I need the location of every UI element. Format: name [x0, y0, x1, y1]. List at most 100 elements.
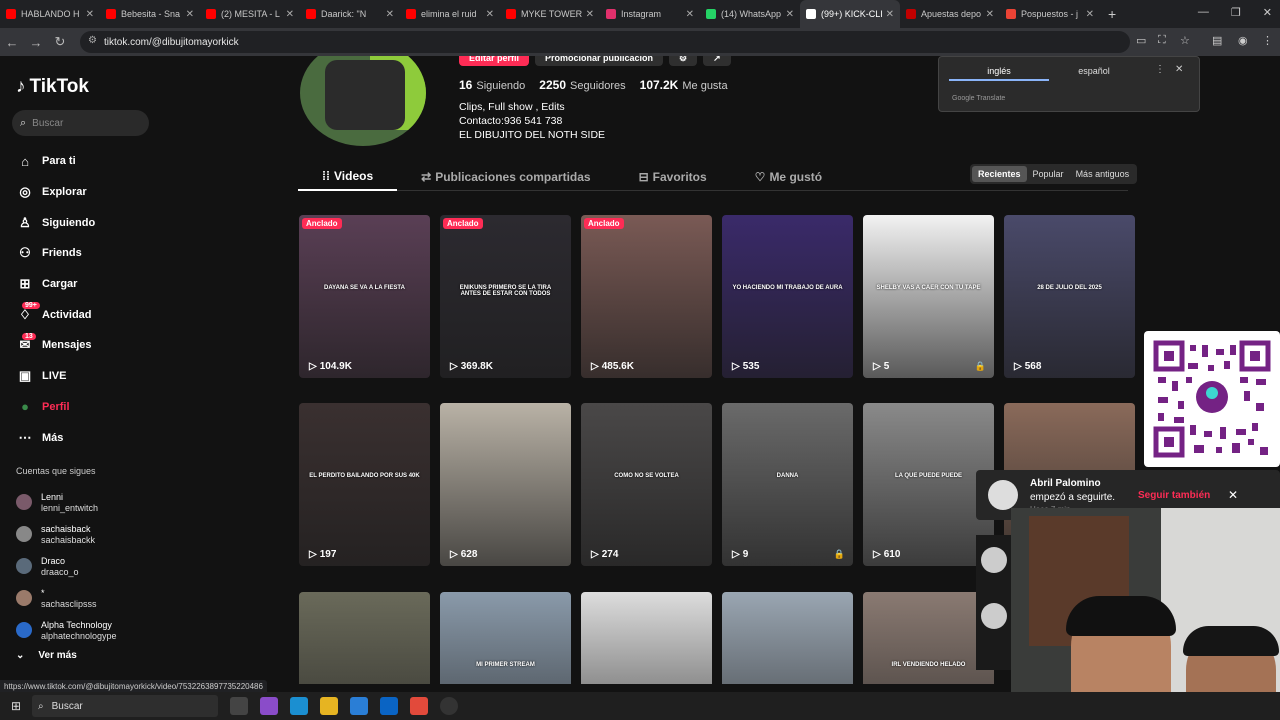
following-item[interactable]: * sachasclipsss [16, 582, 117, 614]
sidebar-item-friends[interactable]: ⚇ Friends [0, 238, 190, 269]
more-options-icon[interactable]: ⋮ [1155, 64, 1165, 75]
sidebar-item-m-s[interactable]: ⋯ Más [0, 422, 190, 453]
window-controls[interactable]: — ❐ ✕ [1198, 6, 1272, 19]
tab-videos[interactable]: ⁞⁞ Videos [298, 163, 398, 191]
promote-button[interactable]: Promocionar publicación [535, 56, 664, 66]
tab-favorites[interactable]: ⊟ Favoritos [615, 163, 731, 191]
browser-tab[interactable]: (2) MESITA - L ✕ [200, 0, 300, 28]
url-bar[interactable]: ⚙ tiktok.com/@dibujitomayorkick [80, 31, 1130, 53]
browser-tab[interactable]: Pospuestos - j ✕ [1000, 0, 1100, 28]
account-icon[interactable]: ◉ [1238, 34, 1248, 47]
tab-liked[interactable]: ♡ Me gustó [731, 163, 846, 191]
back-icon[interactable]: ← [0, 35, 24, 50]
video-card[interactable]: LA QUE PUEDE PUEDE ▷ 610 [863, 403, 994, 566]
tab-close-icon[interactable]: ✕ [686, 9, 694, 20]
sidebar-item-para-ti[interactable]: ⌂ Para ti [0, 146, 190, 177]
browser-tab[interactable]: Daarick: "N ✕ [300, 0, 400, 28]
following-item[interactable]: Draco draaco_o [16, 550, 117, 582]
sidebar-item-live[interactable]: ▣ LIVE [0, 361, 190, 392]
browser-tab[interactable]: HABLANDO H ✕ [0, 0, 100, 28]
tab-reposts[interactable]: ⇄ Publicaciones compartidas [397, 163, 614, 191]
video-card[interactable]: MI PRIMER STREAM [440, 592, 571, 684]
browser-tab[interactable]: (99+) KICK-CLI ✕ [800, 0, 900, 28]
bookmark-icon[interactable]: ☆ [1180, 34, 1190, 47]
translate-lang-english[interactable]: inglés [949, 66, 1049, 81]
sort-oldest[interactable]: Más antiguos [1070, 166, 1136, 182]
close-icon[interactable]: ✕ [1175, 64, 1183, 75]
following-item[interactable]: sachaisback sachaisbackk [16, 518, 117, 550]
extensions-icon[interactable]: ▤ [1212, 34, 1222, 47]
edit-profile-button[interactable]: Editar perfil [459, 56, 530, 66]
following-item[interactable]: Alpha Technology alphatechnologype [16, 614, 117, 646]
share-icon[interactable]: ↗ [703, 56, 731, 66]
tab-close-icon[interactable]: ✕ [86, 9, 94, 20]
sidebar-item-explorar[interactable]: ◎ Explorar [0, 177, 190, 208]
translate-lang-spanish[interactable]: español [1059, 66, 1129, 76]
tab-close-icon[interactable]: ✕ [286, 9, 294, 20]
sort-popular[interactable]: Popular [1027, 166, 1070, 182]
menu-icon[interactable]: ⋮ [1262, 34, 1273, 47]
sidebar-item-perfil[interactable]: ● Perfil [0, 392, 190, 423]
tab-close-icon[interactable]: ✕ [886, 9, 894, 20]
browser-tab[interactable]: elimina el ruid ✕ [400, 0, 500, 28]
followers-stat[interactable]: 2250 Seguidores [539, 78, 625, 92]
tiktok-logo[interactable]: ♪ TikTok [16, 76, 89, 98]
following-item[interactable]: Lenni lenni_entwitch [16, 486, 117, 518]
browser-tab[interactable]: MYKE TOWER ✕ [500, 0, 600, 28]
tab-close-icon[interactable]: ✕ [986, 9, 994, 20]
browser-tab[interactable]: Apuestas depo ✕ [900, 0, 1000, 28]
video-card[interactable] [722, 592, 853, 684]
forward-icon[interactable]: → [24, 35, 48, 50]
tab-close-icon[interactable]: ✕ [386, 9, 394, 20]
video-card[interactable]: SHELBY VAS A CAER CON TU TAPE ▷ 5 🔒 [863, 215, 994, 378]
task-view-icon[interactable] [230, 697, 248, 715]
video-card[interactable] [299, 592, 430, 684]
close-icon[interactable]: ✕ [1228, 488, 1238, 502]
obs-icon[interactable] [440, 697, 458, 715]
video-card[interactable]: EL PERDITO BAILANDO POR SUS 40K ▷ 197 [299, 403, 430, 566]
new-tab-button[interactable]: + [1108, 6, 1116, 22]
tab-close-icon[interactable]: ✕ [186, 9, 194, 20]
avatar[interactable] [980, 547, 1007, 573]
sidebar-item-siguiendo[interactable]: ♙ Siguiendo [0, 207, 190, 238]
browser-tab[interactable]: Instagram ✕ [600, 0, 700, 28]
windows-start-icon[interactable]: ⊞ [0, 699, 32, 713]
following-stat[interactable]: 16 Siguiendo [459, 78, 525, 92]
video-card[interactable]: IRL VENDIENDO HELADO [863, 592, 994, 684]
sort-recent[interactable]: Recientes [972, 166, 1027, 182]
settings-icon[interactable]: ⚙ [669, 56, 698, 66]
reload-icon[interactable]: ↻ [48, 34, 72, 50]
browser-tab[interactable]: Bebesita - Sna ✕ [100, 0, 200, 28]
see-more-button[interactable]: ⌄ Ver más [16, 650, 77, 661]
sidebar-item-mensajes[interactable]: ✉ Mensajes 13 [0, 330, 190, 361]
video-card[interactable]: YO HACIENDO MI TRABAJO DE AURA ▷ 535 [722, 215, 853, 378]
browser-tab[interactable]: (14) WhatsApp ✕ [700, 0, 800, 28]
search-input[interactable]: ⌕ Buscar [12, 110, 149, 136]
explorer-icon[interactable] [320, 697, 338, 715]
video-card[interactable]: ▷ 628 [440, 403, 571, 566]
tab-close-icon[interactable]: ✕ [486, 9, 494, 20]
store-icon[interactable] [350, 697, 368, 715]
video-card[interactable]: 28 DE JULIO DEL 2025 ▷ 568 [1004, 215, 1135, 378]
site-info-icon[interactable]: ⚙ [88, 35, 97, 46]
chrome-icon[interactable] [410, 697, 428, 715]
tab-close-icon[interactable]: ✕ [786, 9, 794, 20]
maximize-icon[interactable]: ❐ [1231, 6, 1241, 19]
tab-close-icon[interactable]: ✕ [586, 9, 594, 20]
profile-avatar[interactable] [300, 56, 426, 146]
translate-icon[interactable]: ⛶ [1158, 34, 1166, 47]
video-card[interactable] [581, 592, 712, 684]
edge-icon[interactable] [290, 697, 308, 715]
cast-icon[interactable]: ▭ [1136, 34, 1146, 47]
video-card[interactable]: Anclado ENIKUNS PRIMERO SE LA TIRA ANTES … [440, 215, 571, 378]
video-card[interactable]: COMO NO SE VOLTEA ▷ 274 [581, 403, 712, 566]
taskbar-search[interactable]: ⌕ Buscar [32, 695, 218, 717]
close-window-icon[interactable]: ✕ [1263, 6, 1272, 19]
outlook-icon[interactable] [380, 697, 398, 715]
sidebar-item-cargar[interactable]: ⊞ Cargar [0, 269, 190, 300]
follow-back-button[interactable]: Seguir también [1138, 490, 1210, 501]
sidebar-item-actividad[interactable]: ♢ Actividad 99+ [0, 299, 190, 330]
video-card[interactable]: Anclado DAYANA SE VA A LA FIESTA ▷ 104.9K [299, 215, 430, 378]
video-card[interactable]: DANNA ▷ 9 🔒 [722, 403, 853, 566]
tab-close-icon[interactable]: ✕ [1086, 9, 1094, 20]
